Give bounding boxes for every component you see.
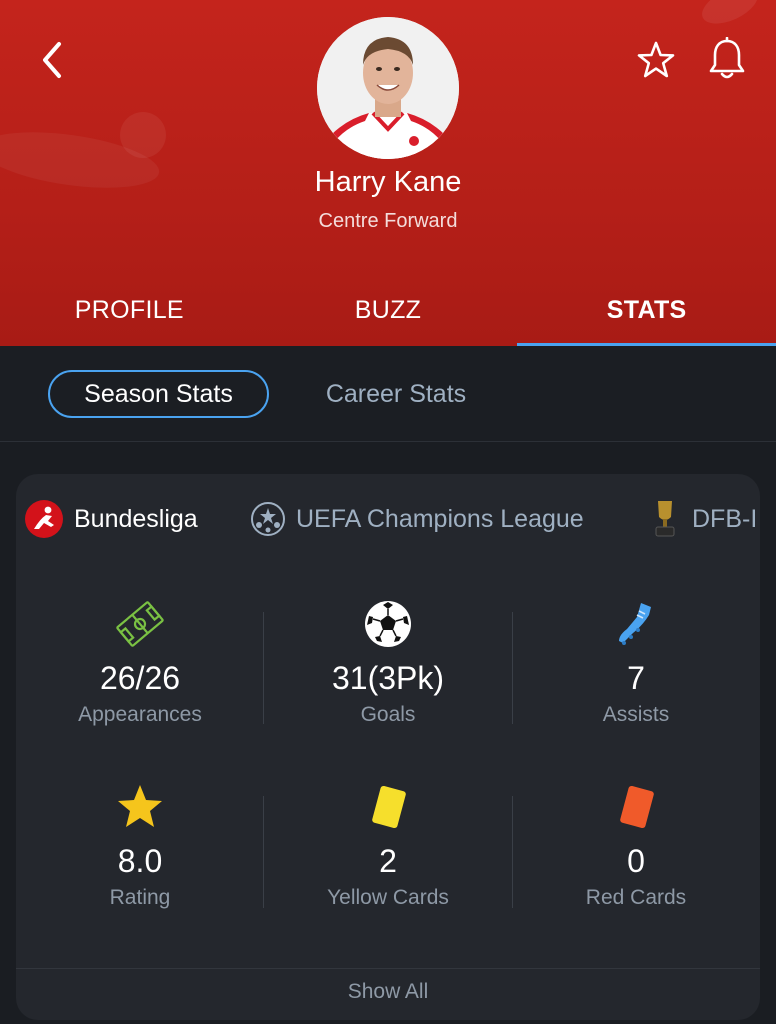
tab-buzz[interactable]: BUZZ (259, 280, 518, 346)
stat-value: 0 (627, 843, 645, 879)
player-header: Harry Kane Centre Forward PROFILE BUZZ S… (0, 0, 776, 346)
competition-label: UEFA Champions League (296, 504, 584, 533)
stat-red-cards: 0 Red Cards (512, 781, 760, 910)
stat-label: Appearances (78, 703, 202, 726)
bell-icon (709, 37, 745, 79)
tab-stats[interactable]: STATS (517, 280, 776, 346)
notifications-button[interactable] (702, 34, 752, 84)
red-card-icon (620, 785, 654, 829)
bundesliga-logo-icon (25, 500, 63, 538)
stat-value: 2 (379, 843, 397, 879)
yellow-card-icon (372, 785, 406, 829)
tab-bar: PROFILE BUZZ STATS (0, 280, 776, 346)
competition-dfb-pokal[interactable]: DFB-I (648, 496, 757, 542)
stat-label: Red Cards (585, 886, 687, 909)
season-stats-toggle[interactable]: Season Stats (48, 370, 269, 418)
dfb-pokal-trophy-icon (655, 501, 675, 537)
competition-label: Bundesliga (74, 504, 198, 533)
stat-rating: 8.0 Rating (16, 781, 264, 910)
competition-label: DFB-I (692, 504, 758, 533)
competition-selector: Bundesliga UEFA Champions League DFB-I (16, 496, 760, 542)
stat-label: Rating (109, 886, 171, 909)
player-photo (317, 17, 459, 159)
stat-assists: 7 Assists (512, 598, 760, 727)
boot-icon (619, 603, 651, 645)
competition-champions-league[interactable]: UEFA Champions League (250, 496, 584, 542)
chevron-left-icon (43, 42, 61, 78)
favorite-button[interactable] (632, 36, 680, 84)
show-all-button[interactable]: Show All (16, 970, 760, 1020)
player-avatar (317, 17, 459, 159)
player-name: Harry Kane (314, 166, 462, 198)
player-position: Centre Forward (318, 210, 458, 232)
divider (16, 968, 760, 969)
tab-profile[interactable]: PROFILE (0, 280, 259, 346)
stat-value: 7 (627, 660, 645, 696)
header-decoration (696, 0, 764, 32)
stat-label: Yellow Cards (327, 886, 449, 909)
star-icon (118, 785, 162, 827)
stat-yellow-cards: 2 Yellow Cards (264, 781, 512, 910)
stat-value: 8.0 (117, 843, 163, 879)
pitch-icon (116, 601, 164, 647)
back-button[interactable] (28, 36, 76, 84)
football-icon (365, 601, 411, 647)
stat-goals: 31(3Pk) Goals (264, 598, 512, 727)
career-stats-toggle[interactable]: Career Stats (296, 370, 496, 418)
champions-league-logo-icon (251, 502, 285, 536)
stats-mode-bar: Season Stats Career Stats (0, 346, 776, 442)
stat-value: 31(3Pk) (331, 660, 445, 696)
stat-label: Assists (602, 703, 670, 726)
star-outline-icon (637, 41, 675, 78)
stat-label: Goals (360, 703, 416, 726)
stat-value: 26/26 (99, 660, 181, 696)
competition-bundesliga[interactable]: Bundesliga (24, 496, 198, 542)
stat-appearances: 26/26 Appearances (16, 598, 264, 727)
stats-card: Bundesliga UEFA Champions League DFB-I 2… (16, 474, 760, 1020)
